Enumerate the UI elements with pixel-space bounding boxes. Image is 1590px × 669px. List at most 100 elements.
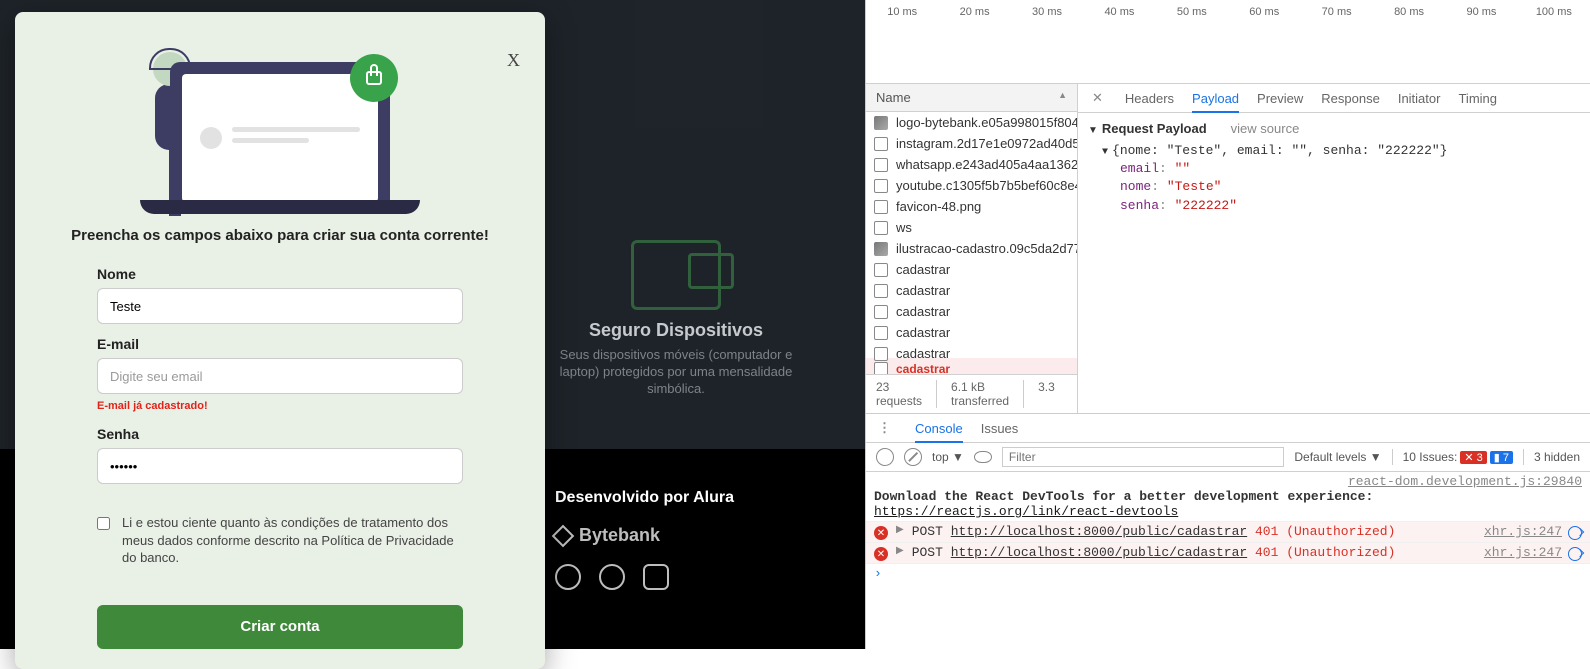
sidebar-toggle-icon[interactable] [876,448,894,466]
console-prompt[interactable]: › [866,564,1590,583]
network-detail-tabs: ✕ Headers Payload Preview Response Initiator T… [1078,84,1590,113]
request-type-icon [874,263,888,277]
log-levels-select[interactable]: Default levels ▼ [1294,450,1381,464]
view-source-link[interactable]: view source [1231,121,1300,136]
timeline-tick: 70 ms [1300,6,1372,18]
request-row[interactable]: ws [866,217,1077,238]
name-column[interactable]: Name [876,90,911,105]
timeline-tick: 40 ms [1083,6,1155,18]
senha-label: Senha [97,426,463,442]
email-label: E-mail [97,336,463,352]
timeline-tick: 50 ms [1156,6,1228,18]
request-type-icon [874,362,888,375]
network-request-list[interactable]: Name ▲ logo-bytebank.e05a998015f8049 insta… [866,84,1078,413]
issues-badge[interactable]: 10 Issues: ✕ 3 ▮ 7 [1403,450,1513,464]
context-select[interactable]: top ▼ [932,450,964,464]
request-name: ws [896,220,912,235]
tab-issues[interactable]: Issues [981,421,1019,436]
request-name: favicon-48.png [896,199,981,214]
request-name: cadastrar [896,262,950,277]
request-row[interactable]: cadastrar [866,259,1077,280]
console-line: react-dom.development.js:29840Download t… [866,472,1590,522]
instagram-icon[interactable] [555,564,581,590]
submit-button[interactable]: Criar conta [97,605,463,649]
signup-modal: X Preencha os campos abaixo para criar s… [15,12,545,669]
clear-console-icon[interactable] [904,448,922,466]
timeline-tick: 20 ms [938,6,1010,18]
timeline-tick: 100 ms [1518,6,1590,18]
tab-console[interactable]: Console [915,421,963,443]
feature-title: Seguro Dispositivos [546,320,806,341]
request-name: youtube.c1305f5b7b5bef60c8e42 [896,178,1077,193]
xhr-icon[interactable] [1568,547,1582,561]
request-name: instagram.2d17e1e0972ad40d5b... [896,136,1077,151]
network-footer: 23 requests 6.1 kB transferred 3.3 [866,374,1077,413]
tab-initiator[interactable]: Initiator [1398,91,1441,106]
timeline-tick: 60 ms [1228,6,1300,18]
close-tab-icon[interactable]: ✕ [1092,90,1107,106]
request-row[interactable]: ilustracao-cadastro.09c5da2d770 [866,238,1077,259]
request-row[interactable]: cadastrar [866,322,1077,343]
request-row[interactable]: whatsapp.e243ad405a4aa1362ed [866,154,1077,175]
error-icon: ✕ [874,547,888,561]
modal-illustration [27,42,533,205]
email-input[interactable] [97,358,463,394]
request-type-icon [874,284,888,298]
request-name: logo-bytebank.e05a998015f8049 [896,115,1077,130]
feature-text: Seus dispositivos móveis (computador e l… [546,347,806,398]
request-row[interactable]: logo-bytebank.e05a998015f8049 [866,112,1077,133]
request-type-icon [874,179,888,193]
terms-checkbox[interactable] [97,517,110,530]
request-type-icon [874,200,888,214]
error-icon: ✕ [874,526,888,540]
timeline-tick: 80 ms [1373,6,1445,18]
request-type-icon [874,137,888,151]
timeline-tick: 30 ms [1011,6,1083,18]
console-error-line: ✕▶POST http://localhost:8000/public/cada… [866,543,1590,564]
devtools-panel: 10 ms20 ms30 ms40 ms50 ms60 ms70 ms80 ms… [865,0,1590,649]
logo-icon [552,524,575,547]
request-row[interactable]: youtube.c1305f5b7b5bef60c8e42 [866,175,1077,196]
drawer-tabs: ⋮ Console Issues [866,414,1590,443]
modal-heading: Preencha os campos abaixo para criar sua… [27,227,533,244]
live-expression-icon[interactable] [974,451,992,463]
request-name: cadastrar [896,325,950,340]
senha-input[interactable] [97,448,463,484]
tab-payload[interactable]: Payload [1192,91,1239,113]
tab-headers[interactable]: Headers [1125,91,1174,106]
timeline-tick: 10 ms [866,6,938,18]
footer-dev: Desenvolvido por Alura [555,489,865,507]
network-timeline[interactable]: 10 ms20 ms30 ms40 ms50 ms60 ms70 ms80 ms… [866,0,1590,84]
tab-response[interactable]: Response [1321,91,1380,106]
devices-icon [631,240,721,310]
whatsapp-icon[interactable] [599,564,625,590]
request-row[interactable]: instagram.2d17e1e0972ad40d5b... [866,133,1077,154]
payload-panel: ▼Request Payloadview source ▼{nome: "Tes… [1078,113,1590,223]
console-filter-input[interactable] [1002,447,1284,467]
console-error-line: ✕▶POST http://localhost:8000/public/cada… [866,522,1590,543]
request-name: whatsapp.e243ad405a4aa1362ed [896,157,1077,172]
console-toolbar: top ▼ Default levels ▼ 10 Issues: ✕ 3 ▮ … [866,443,1590,472]
request-name: ilustracao-cadastro.09c5da2d770 [896,241,1077,256]
request-row[interactable]: cadastrar [866,301,1077,322]
name-input[interactable] [97,288,463,324]
hidden-count[interactable]: 3 hidden [1534,450,1580,464]
terms-text: Li e estou ciente quanto às condições de… [122,514,463,567]
request-row[interactable]: favicon-48.png [866,196,1077,217]
tab-timing[interactable]: Timing [1458,91,1497,106]
tab-preview[interactable]: Preview [1257,91,1303,106]
feature-card: Seguro Dispositivos Seus dispositivos mó… [546,240,806,398]
youtube-icon[interactable] [643,564,669,590]
request-name: cadastrar [896,346,950,361]
xhr-icon[interactable] [1568,526,1582,540]
request-name: cadastrar [896,283,950,298]
drawer-menu-icon[interactable]: ⋮ [878,420,891,436]
console-log[interactable]: react-dom.development.js:29840Download t… [866,472,1590,649]
lock-icon [350,54,398,102]
email-error: E-mail já cadastrado! [97,400,463,412]
request-name: cadastrar [896,362,950,375]
terms-row[interactable]: Li e estou ciente quanto às condições de… [97,514,463,567]
request-type-icon [874,242,888,256]
sort-icon[interactable]: ▲ [1058,90,1067,105]
request-row[interactable]: cadastrar [866,280,1077,301]
